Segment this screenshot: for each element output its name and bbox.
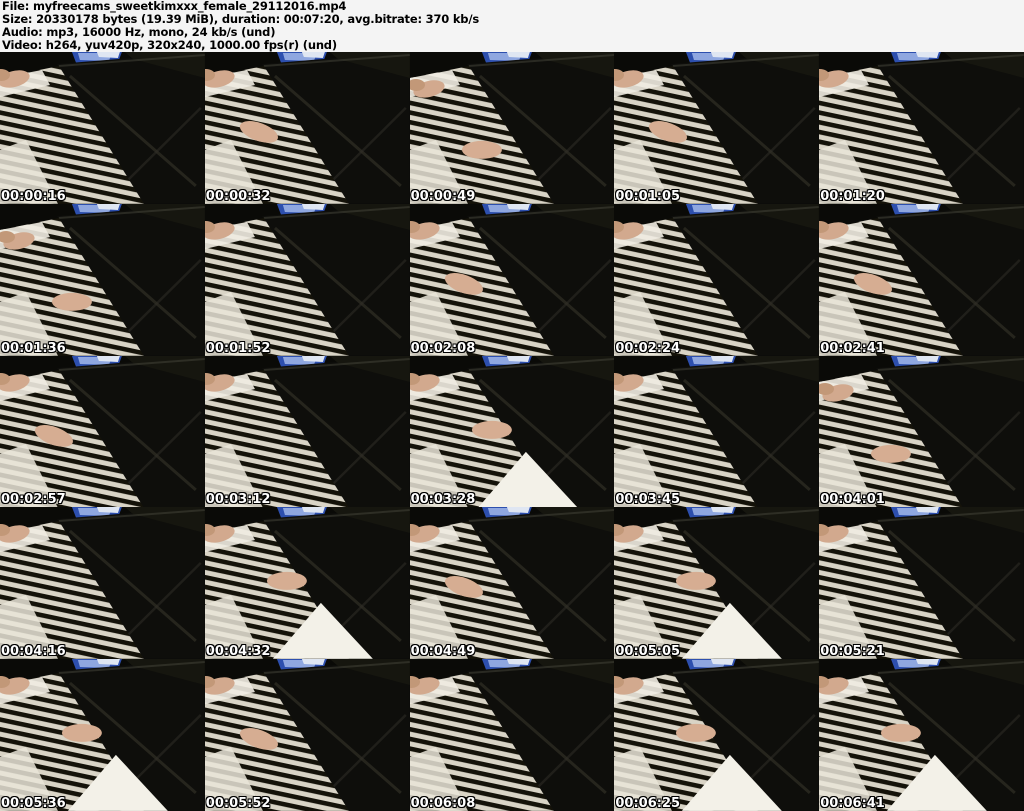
pianist-hand: [676, 572, 717, 591]
pianist-hand: [871, 444, 912, 463]
timestamp-label: 00:04:49: [410, 644, 476, 660]
video-thumbnail: 00:04:01: [819, 355, 1024, 508]
timestamp-label: 00:01:36: [1, 340, 66, 356]
timestamp-label: 00:06:08: [410, 796, 476, 811]
piano-frame-image: [819, 355, 1024, 508]
timestamp-label: 00:06:41: [820, 796, 885, 811]
piano-frame-image: [204, 355, 410, 508]
piano-frame-image: [409, 52, 615, 204]
pianist-hand: [881, 724, 922, 743]
timestamp-label: 00:00:32: [205, 188, 271, 204]
video-thumbnail: 00:04:49: [409, 507, 615, 660]
video-thumbnail: 00:03:12: [204, 355, 410, 508]
pianist-hand: [676, 724, 717, 743]
timestamp-label: 00:04:16: [1, 644, 66, 660]
piano-frame-image: [409, 507, 615, 660]
video-thumbnail: 00:01:20: [819, 52, 1024, 204]
piano-frame-image: [819, 203, 1024, 356]
piano-frame-image: [819, 52, 1024, 204]
timestamp-label: 00:01:05: [615, 188, 681, 204]
timestamp-label: 00:05:36: [1, 796, 66, 811]
timestamp-label: 00:02:08: [410, 340, 476, 356]
pianist-hand: [51, 292, 92, 311]
video-thumbnail: 00:06:41: [819, 659, 1024, 811]
piano-frame-image: [204, 52, 410, 204]
piano-frame-image: [614, 355, 820, 508]
video-info-line: Video: h264, yuv420p, 320x240, 1000.00 f…: [2, 38, 337, 52]
timestamp-label: 00:02:57: [1, 492, 66, 508]
timestamp-label: 00:06:25: [615, 796, 681, 811]
timestamp-label: 00:00:49: [410, 188, 476, 204]
video-thumbnail: 00:00:49: [409, 52, 615, 204]
video-thumbnail: 00:03:45: [614, 355, 820, 508]
timestamp-label: 00:04:01: [820, 492, 885, 508]
video-thumbnail: 00:04:32: [204, 507, 410, 660]
timestamp-label: 00:03:45: [615, 492, 681, 508]
piano-frame-image: [819, 659, 1024, 811]
video-thumbnail: 00:04:16: [0, 507, 205, 660]
video-thumbnail: 00:03:28: [409, 355, 615, 508]
timestamp-label: 00:02:24: [615, 340, 681, 356]
timestamp-label: 00:00:16: [1, 188, 66, 204]
piano-frame-image: [409, 355, 615, 508]
piano-frame-image: [0, 52, 205, 204]
piano-frame-image: [204, 203, 410, 356]
piano-frame-image: [0, 507, 205, 660]
piano-frame-image: [409, 203, 615, 356]
video-contact-sheet: File: myfreecams_sweetkimxxx_female_2911…: [0, 0, 1024, 811]
video-thumbnail: 00:01:05: [614, 52, 820, 204]
timestamp-label: 00:03:12: [205, 492, 271, 508]
video-thumbnail: 00:06:25: [614, 659, 820, 811]
media-info-header: File: myfreecams_sweetkimxxx_female_2911…: [0, 0, 1024, 52]
timestamp-label: 00:01:20: [820, 188, 885, 204]
video-thumbnail: 00:05:52: [204, 659, 410, 811]
piano-frame-image: [204, 659, 410, 811]
piano-frame-image: [0, 659, 205, 811]
timestamp-label: 00:01:52: [205, 340, 271, 356]
timestamp-label: 00:05:52: [205, 796, 271, 811]
video-thumbnail: 00:01:52: [204, 203, 410, 356]
video-thumbnail: 00:00:32: [204, 52, 410, 204]
piano-frame-image: [614, 659, 820, 811]
pianist-hand: [61, 724, 102, 743]
thumbnail-grid: 00:00:16 00:00:32 00:00:49 00:01:05 00:0…: [0, 52, 1024, 811]
piano-frame-image: [0, 203, 205, 356]
piano-frame-image: [409, 659, 615, 811]
timestamp-label: 00:03:28: [410, 492, 476, 508]
video-thumbnail: 00:00:16: [0, 52, 205, 204]
video-thumbnail: 00:05:21: [819, 507, 1024, 660]
pianist-hand: [266, 572, 307, 591]
video-thumbnail: 00:02:08: [409, 203, 615, 356]
video-thumbnail: 00:06:08: [409, 659, 615, 811]
piano-frame-image: [614, 507, 820, 660]
pianist-hand: [471, 420, 512, 439]
timestamp-label: 00:05:21: [820, 644, 885, 660]
video-thumbnail: 00:02:24: [614, 203, 820, 356]
piano-frame-image: [614, 52, 820, 204]
video-thumbnail: 00:02:41: [819, 203, 1024, 356]
video-thumbnail: 00:02:57: [0, 355, 205, 508]
timestamp-label: 00:04:32: [205, 644, 271, 660]
timestamp-label: 00:02:41: [820, 340, 885, 356]
piano-frame-image: [614, 203, 820, 356]
pianist-hand: [461, 140, 502, 159]
timestamp-label: 00:05:05: [615, 644, 681, 660]
piano-frame-image: [204, 507, 410, 660]
video-thumbnail: 00:05:05: [614, 507, 820, 660]
piano-frame-image: [0, 355, 205, 508]
video-thumbnail: 00:05:36: [0, 659, 205, 811]
piano-frame-image: [819, 507, 1024, 660]
video-thumbnail: 00:01:36: [0, 203, 205, 356]
